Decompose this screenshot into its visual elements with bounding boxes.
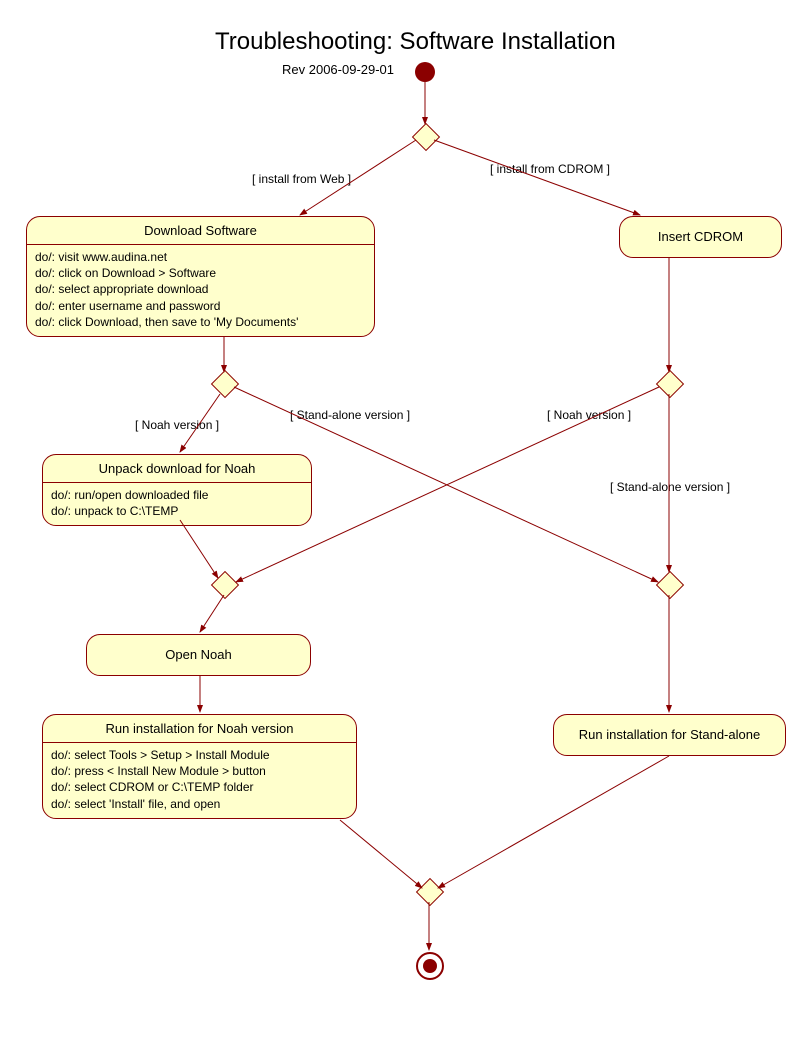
activity-run-standalone: Run installation for Stand-alone <box>553 714 786 756</box>
guard-install-web: [ install from Web ] <box>252 172 351 186</box>
download-line-4: do/: click Download, then save to 'My Do… <box>35 314 366 330</box>
merge-final <box>416 878 444 906</box>
guard-noah-left: [ Noah version ] <box>135 418 219 432</box>
merge-left <box>211 571 239 599</box>
diagram-title: Troubleshooting: Software Installation <box>215 28 616 56</box>
activity-run-noah-title: Run installation for Noah version <box>43 715 356 742</box>
final-node <box>416 952 444 980</box>
guard-noah-right: [ Noah version ] <box>547 408 631 422</box>
run-noah-line-2: do/: select CDROM or C:\TEMP folder <box>51 779 348 795</box>
download-line-2: do/: select appropriate download <box>35 281 366 297</box>
activity-run-standalone-title: Run installation for Stand-alone <box>554 715 785 748</box>
activity-run-noah-body: do/: select Tools > Setup > Install Modu… <box>43 743 356 818</box>
activity-download-software: Download Software do/: visit www.audina.… <box>26 216 375 337</box>
unpack-line-1: do/: unpack to C:\TEMP <box>51 503 303 519</box>
download-line-3: do/: enter username and password <box>35 298 366 314</box>
activity-open-noah: Open Noah <box>86 634 311 676</box>
download-line-1: do/: click on Download > Software <box>35 265 366 281</box>
activity-run-noah: Run installation for Noah version do/: s… <box>42 714 357 819</box>
guard-standalone-right: [ Stand-alone version ] <box>610 480 730 494</box>
activity-unpack: Unpack download for Noah do/: run/open d… <box>42 454 312 526</box>
decision-after-cdrom <box>656 370 684 398</box>
guard-install-cdrom: [ install from CDROM ] <box>490 162 610 176</box>
activity-unpack-title: Unpack download for Noah <box>43 455 311 482</box>
run-noah-line-0: do/: select Tools > Setup > Install Modu… <box>51 747 348 763</box>
activity-download-title: Download Software <box>27 217 374 244</box>
run-noah-line-3: do/: select 'Install' file, and open <box>51 796 348 812</box>
activity-download-body: do/: visit www.audina.net do/: click on … <box>27 245 374 336</box>
merge-right <box>656 571 684 599</box>
guard-standalone-left: [ Stand-alone version ] <box>290 408 410 422</box>
activity-insert-cdrom-title: Insert CDROM <box>620 217 781 250</box>
initial-node <box>415 62 435 82</box>
decision-top <box>412 123 440 151</box>
activity-open-noah-title: Open Noah <box>87 635 310 668</box>
activity-unpack-body: do/: run/open downloaded file do/: unpac… <box>43 483 311 525</box>
run-noah-line-1: do/: press < Install New Module > button <box>51 763 348 779</box>
revision-label: Rev 2006-09-29-01 <box>282 62 394 77</box>
unpack-line-0: do/: run/open downloaded file <box>51 487 303 503</box>
decision-after-download <box>211 370 239 398</box>
activity-insert-cdrom: Insert CDROM <box>619 216 782 258</box>
download-line-0: do/: visit www.audina.net <box>35 249 366 265</box>
